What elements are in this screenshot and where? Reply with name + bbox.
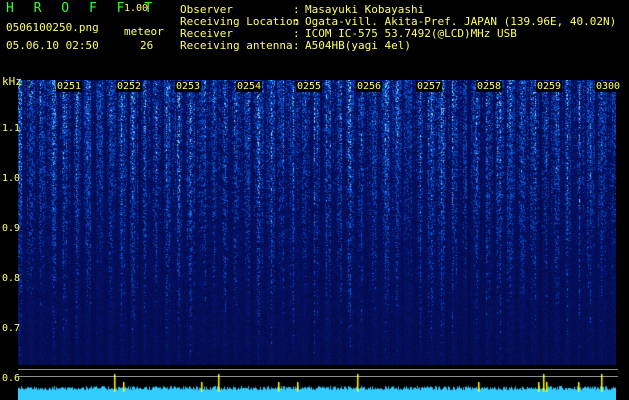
frequency-tick-0-9: 0.9 xyxy=(2,223,21,234)
time-tick-0256: 0256 xyxy=(356,81,383,92)
frequency-tick-1-1: 1.1 xyxy=(2,123,21,134)
header-meteor-label: meteor xyxy=(124,25,164,38)
frequency-tick-0-8: 0.8 xyxy=(2,273,21,284)
time-tick-0252: 0252 xyxy=(116,81,143,92)
frequency-tick-1-0: 1.0 xyxy=(2,173,21,184)
header-version: 1.00 xyxy=(124,3,149,14)
reference-line xyxy=(18,376,618,377)
time-tick-0257: 0257 xyxy=(416,81,443,92)
frequency-tick-0-6: 0.6 xyxy=(2,373,21,384)
time-tick-0258: 0258 xyxy=(476,81,503,92)
station-info-antenna-value: A504HB(yagi 4el) xyxy=(305,39,411,52)
station-info-antenna-label: Receiving antenna xyxy=(180,39,293,52)
header-timestamp: 05.06.10 02:50 xyxy=(6,39,99,52)
time-tick-0251: 0251 xyxy=(56,81,83,92)
time-tick-0254: 0254 xyxy=(236,81,263,92)
time-tick-0259: 0259 xyxy=(536,81,563,92)
header-meteor-count: 26 xyxy=(140,39,154,52)
frequency-axis-unit: kHz xyxy=(2,75,22,88)
header-file-name: 0506100250.png xyxy=(6,21,99,34)
time-tick-0253: 0253 xyxy=(175,81,202,92)
spectrogram-panel xyxy=(18,80,616,400)
spectrogram-canvas xyxy=(18,80,616,400)
time-tick-0300: 0300 xyxy=(595,81,622,92)
reference-line xyxy=(18,369,618,370)
time-tick-0255: 0255 xyxy=(296,81,323,92)
frequency-tick-0-7: 0.7 xyxy=(2,323,21,334)
station-info-separator: : xyxy=(293,39,300,52)
